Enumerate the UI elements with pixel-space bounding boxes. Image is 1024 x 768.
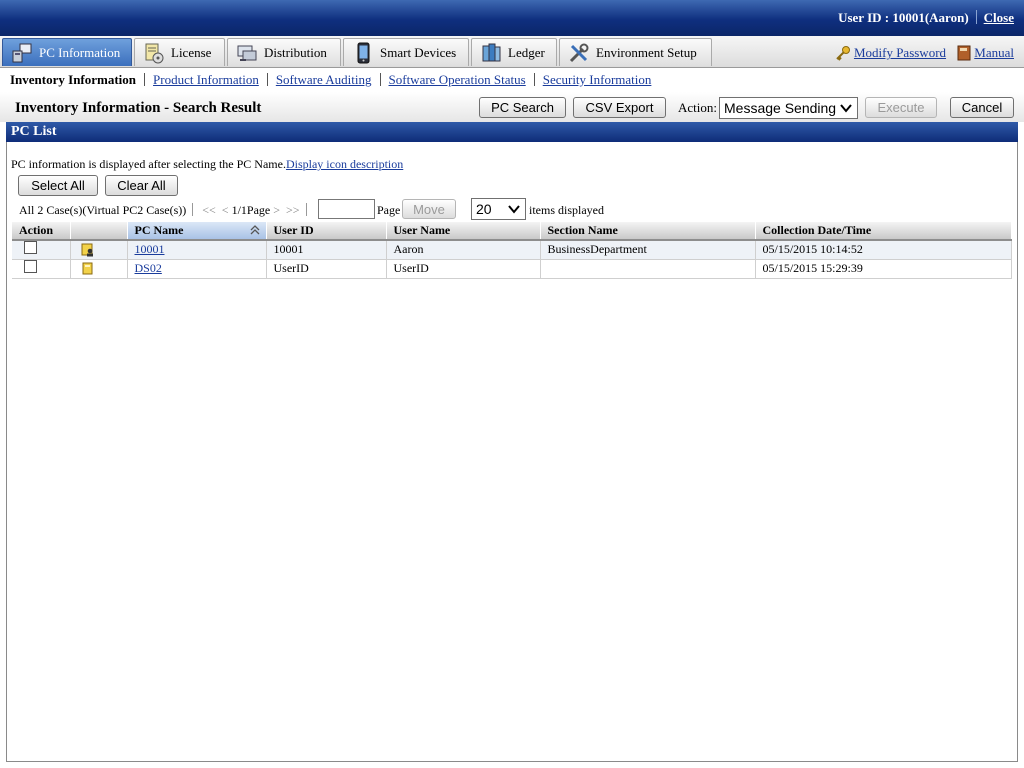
sort-ascending-icon[interactable] [250, 225, 260, 235]
pc-search-button[interactable]: PC Search [479, 97, 566, 118]
sub-menu: Inventory Information Product Information… [0, 68, 1024, 92]
table-row: 10001 10001 Aaron BusinessDepartment 05/… [12, 240, 1012, 260]
column-header-user-id: User ID [266, 222, 387, 241]
page-title: Inventory Information - Search Result [15, 100, 262, 116]
submenu-software-auditing[interactable]: Software Auditing [276, 72, 372, 87]
column-header-label: PC Name [134, 223, 184, 237]
select-all-button[interactable]: Select All [18, 175, 98, 196]
prev-page-link[interactable]: < [222, 203, 229, 217]
column-header-icon [70, 222, 128, 241]
main-tabs: PC Information License Distribution Smar… [0, 36, 1024, 68]
page-label: Page [377, 203, 401, 217]
info-note-text: PC information is displayed after select… [11, 157, 286, 171]
submenu-current: Inventory Information [10, 72, 137, 87]
submenu-security-information[interactable]: Security Information [543, 72, 652, 87]
tab-license[interactable]: License [134, 38, 225, 66]
pc-list-table: Action PC Name User ID User Name Section… [12, 222, 1012, 279]
pc-user-icon [81, 243, 93, 257]
items-per-page-select[interactable]: 20 [471, 198, 526, 220]
csv-export-button[interactable]: CSV Export [573, 97, 666, 118]
column-header-section-name: Section Name [540, 222, 756, 241]
items-displayed-label: items displayed [529, 203, 604, 217]
tab-label: Distribution [264, 44, 327, 60]
collection-date-cell: 05/15/2015 10:14:52 [755, 240, 1012, 260]
modify-password-link[interactable]: Modify Password [854, 45, 946, 61]
collection-date-cell: 05/15/2015 15:29:39 [755, 259, 1012, 279]
tab-distribution[interactable]: Distribution [227, 38, 341, 66]
row-checkbox[interactable] [24, 260, 37, 273]
section-name-cell: BusinessDepartment [540, 240, 756, 260]
user-name-cell: UserID [386, 259, 541, 279]
page-info: 1/1Page [231, 203, 271, 217]
user-id-cell: 10001 [266, 240, 387, 260]
submenu-product-information[interactable]: Product Information [153, 72, 259, 87]
table-header-row: Action PC Name User ID User Name Section… [12, 222, 1012, 241]
pager: All 2 Case(s)(Virtual PC2 Case(s)) << < … [19, 203, 313, 218]
clear-all-button[interactable]: Clear All [105, 175, 178, 196]
top-bar: User ID : 10001(Aaron) Close [0, 0, 1024, 36]
pc-info-icon [11, 42, 33, 64]
chevron-down-icon [840, 104, 852, 113]
action-select[interactable]: Message Sending [719, 97, 858, 119]
pc-icon [82, 262, 92, 275]
column-header-pc-name[interactable]: PC Name [127, 222, 267, 241]
case-count: All 2 Case(s)(Virtual PC2 Case(s)) [19, 203, 187, 217]
table-row: DS02 UserID UserID 05/15/2015 15:29:39 [12, 259, 1012, 279]
tools-icon [568, 42, 590, 64]
column-header-user-name: User Name [386, 222, 541, 241]
close-link[interactable]: Close [984, 10, 1014, 25]
action-label: Action: [678, 100, 717, 115]
smart-device-icon [352, 42, 374, 64]
next-page-link[interactable]: > [273, 203, 280, 217]
top-links: Modify Password Manual [827, 45, 1014, 65]
tab-label: Environment Setup [596, 44, 697, 60]
chevron-down-icon [508, 205, 520, 214]
execute-button[interactable]: Execute [865, 97, 937, 118]
first-page-link[interactable]: << [202, 203, 216, 217]
pc-name-link[interactable]: DS02 [135, 261, 162, 275]
key-icon [836, 46, 850, 61]
tab-smart-devices[interactable]: Smart Devices [343, 38, 469, 66]
tab-environment-setup[interactable]: Environment Setup [559, 38, 712, 66]
manual-link[interactable]: Manual [974, 45, 1014, 61]
user-name-cell: Aaron [386, 240, 541, 260]
tab-pc-information[interactable]: PC Information [2, 38, 132, 66]
user-id-label: User ID : 10001(Aaron) [838, 10, 969, 25]
row-checkbox[interactable] [24, 241, 37, 255]
action-select-value: Message Sending [724, 100, 837, 116]
license-icon [143, 42, 165, 64]
distribution-icon [236, 42, 258, 64]
pc-name-link[interactable]: 10001 [135, 242, 165, 256]
tab-ledger[interactable]: Ledger [471, 38, 557, 66]
user-id-cell: UserID [266, 259, 387, 279]
cancel-button[interactable]: Cancel [950, 97, 1014, 118]
last-page-link[interactable]: >> [286, 203, 300, 217]
info-note: PC information is displayed after select… [11, 157, 403, 172]
tab-label: Smart Devices [380, 44, 457, 60]
tab-label: PC Information [39, 44, 121, 60]
title-bar: Inventory Information - Search Result PC… [0, 92, 1024, 122]
tab-label: License [171, 44, 212, 60]
user-info: User ID : 10001(Aaron) Close [838, 10, 1014, 26]
items-per-page-value: 20 [476, 201, 492, 217]
tab-label: Ledger [508, 44, 545, 60]
ledger-icon [480, 42, 502, 64]
submenu-software-operation-status[interactable]: Software Operation Status [389, 72, 526, 87]
manual-book-icon [957, 45, 971, 61]
section-name-cell [540, 259, 756, 279]
page-number-input[interactable] [318, 199, 375, 219]
column-header-action: Action [12, 222, 71, 241]
column-header-collection-date: Collection Date/Time [755, 222, 1012, 241]
display-icon-description-link[interactable]: Display icon description [286, 157, 403, 171]
move-button[interactable]: Move [402, 199, 456, 219]
pc-list-header: PC List [6, 122, 1018, 142]
